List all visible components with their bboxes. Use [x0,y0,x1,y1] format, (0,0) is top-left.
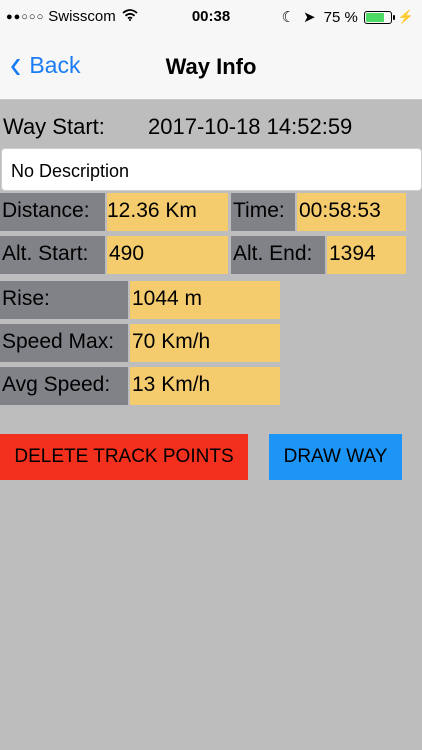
alt-start-label: Alt. Start: [0,236,105,274]
rise-label: Rise: [0,281,128,319]
delete-track-points-button[interactable]: DELETE TRACK POINTS [0,434,248,480]
way-start-value: 2017-10-18 14:52:59 [148,114,353,139]
time-value: 00:58:53 [297,193,406,231]
rise-value: 1044 m [130,281,280,319]
alt-end-label: Alt. End: [231,236,325,274]
status-right: ☾ ➤ 75 % ⚡ [281,8,414,27]
status-bar: ●●○○○ Swisscom 00:38 ☾ ➤ 75 % ⚡ [0,0,422,36]
battery-percent: 75 % [323,8,358,26]
draw-way-button[interactable]: DRAW WAY [269,434,402,480]
speed-max-value: 70 Km/h [130,324,280,362]
way-start-row: Way Start: 2017-10-18 14:52:59 [0,112,422,144]
distance-label: Distance: [0,193,105,231]
charging-icon: ⚡ [397,9,414,24]
speed-max-label: Speed Max: [0,324,128,362]
way-start-label: Way Start: [3,114,105,139]
battery-level-fill [365,12,384,22]
moon-icon: ☾ [281,9,296,26]
avg-speed-label: Avg Speed: [0,367,128,405]
alt-end-value: 1394 [327,236,406,274]
location-arrow-icon: ➤ [303,9,316,26]
page-title: Way Info [165,54,257,79]
alt-start-value: 490 [107,236,228,274]
time-label: Time: [231,193,295,231]
distance-value: 12.36 Km [107,193,228,231]
avg-speed-value: 13 Km/h [130,367,280,405]
description-field[interactable]: No Description [1,148,422,191]
navigation-bar: ‹ Back Way Info [0,36,422,100]
battery-icon [363,10,395,24]
